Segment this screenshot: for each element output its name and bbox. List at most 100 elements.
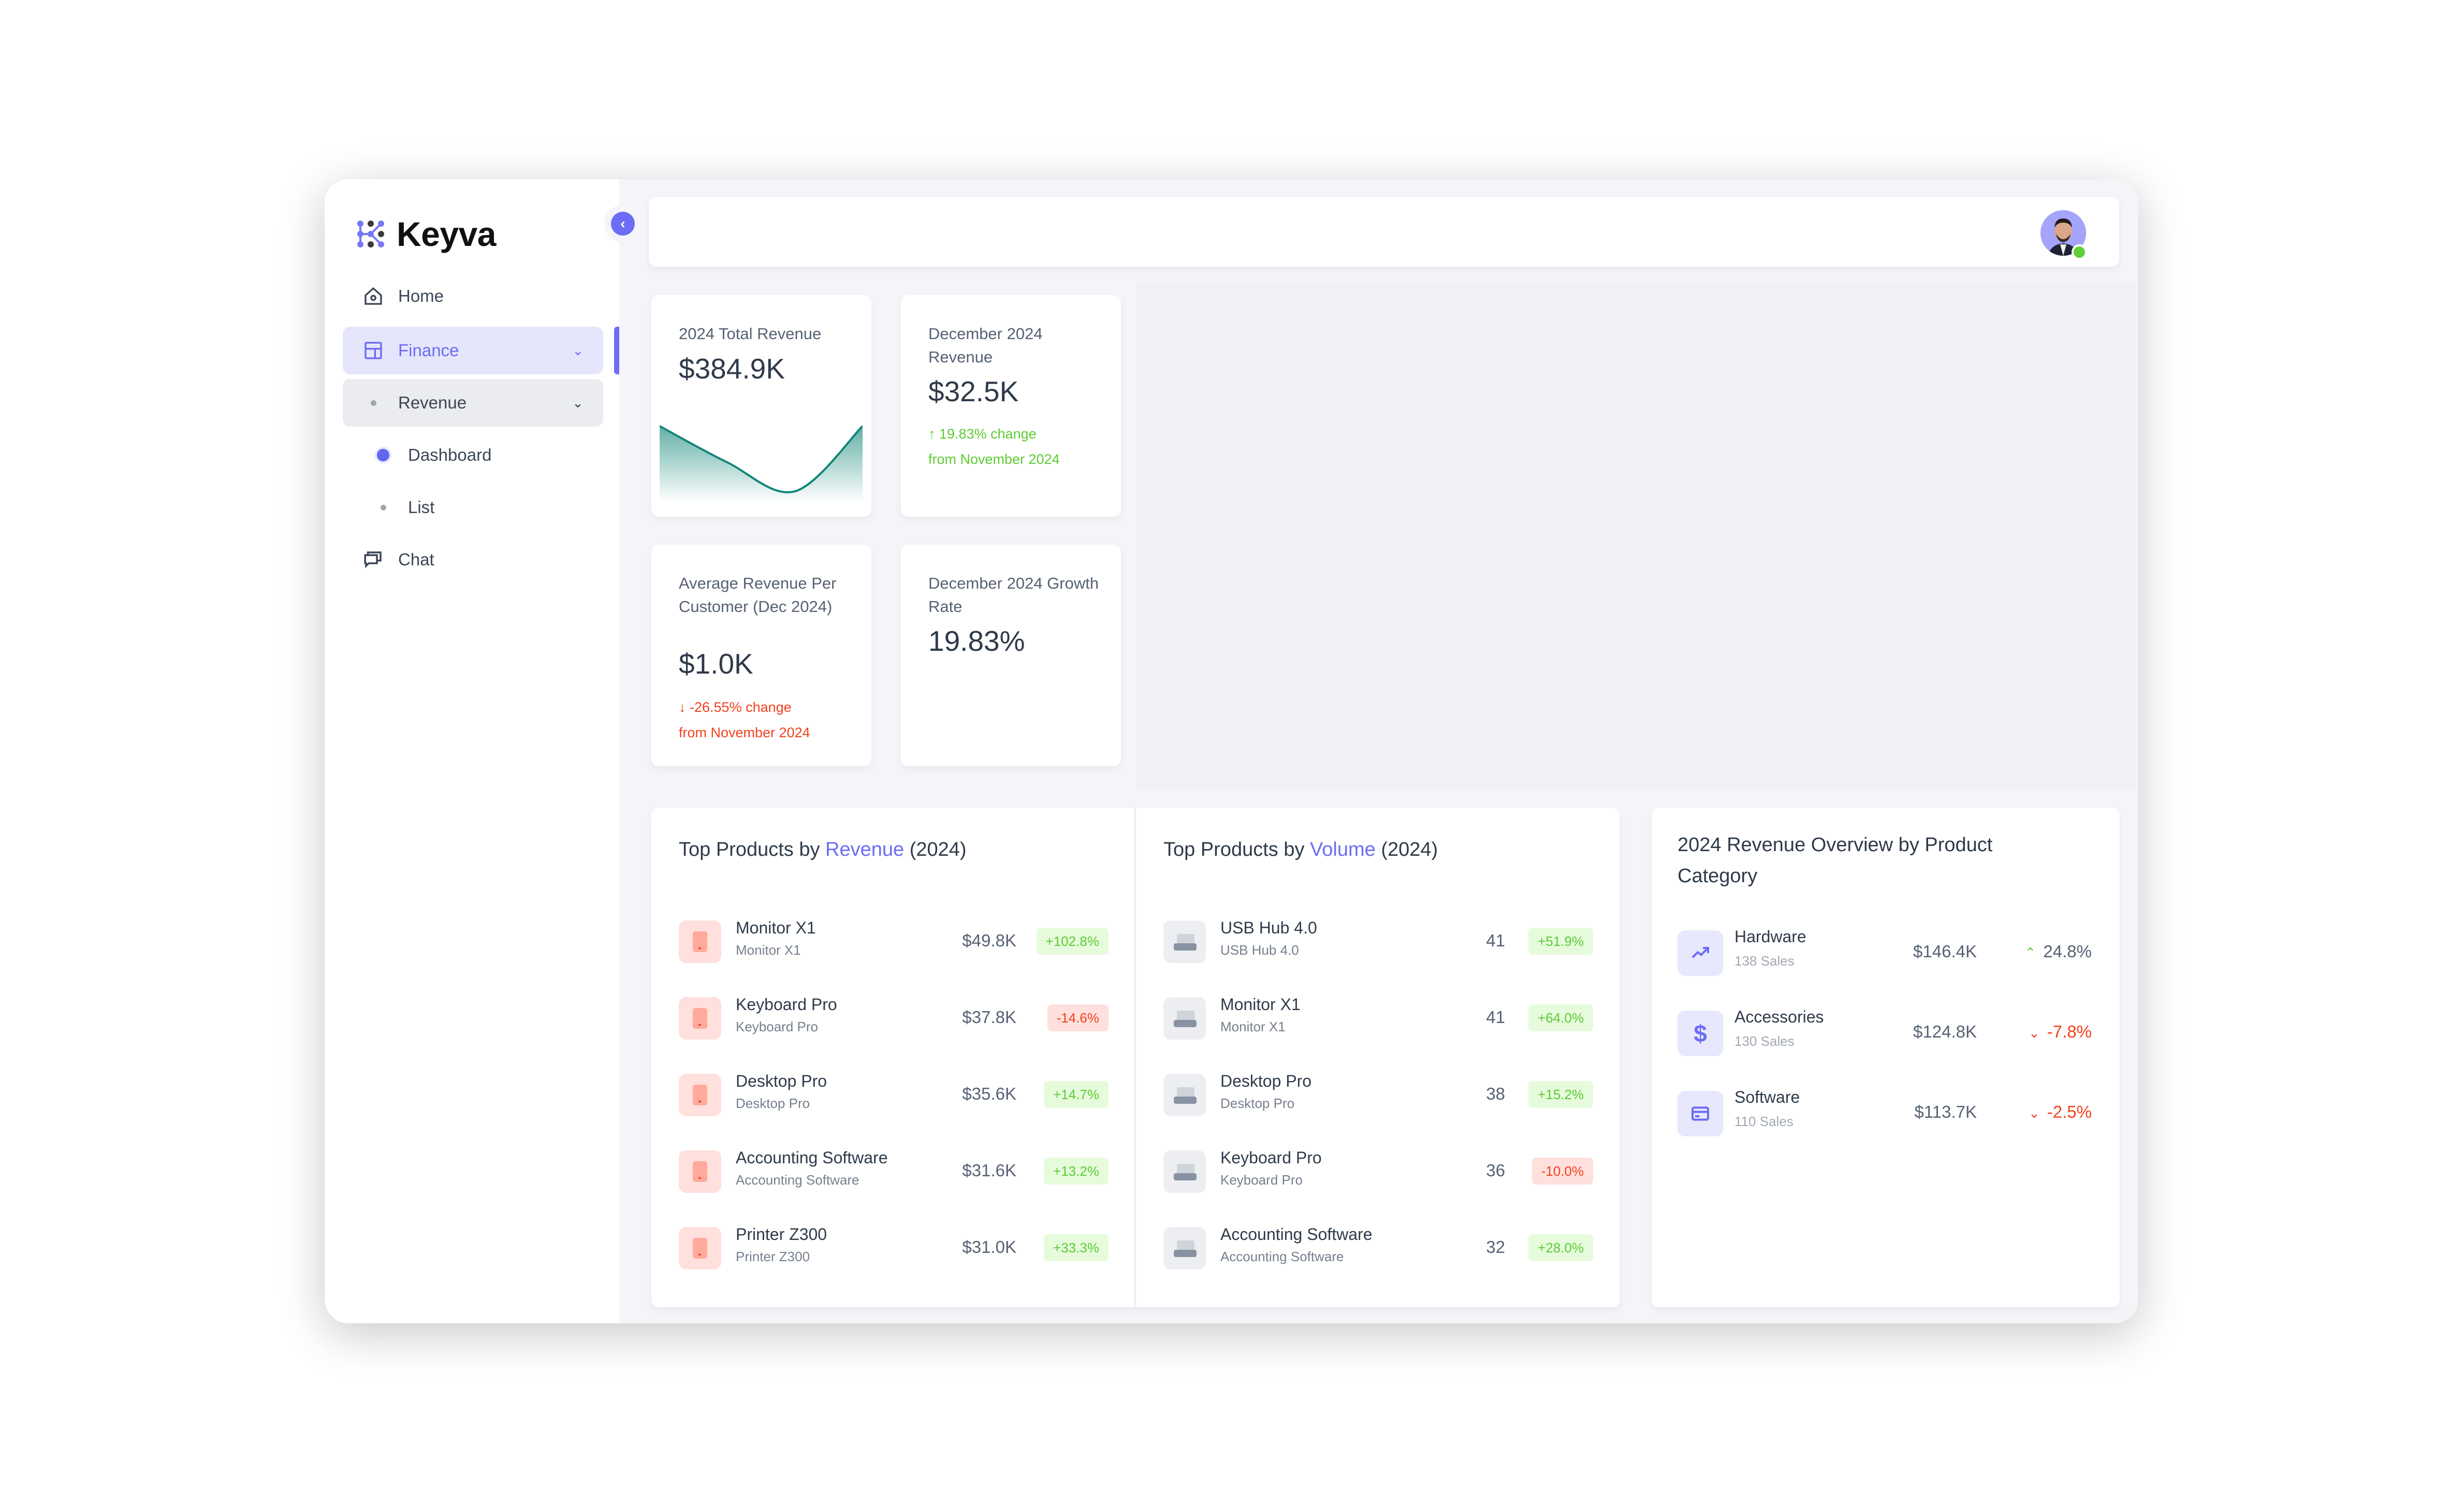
device-icon — [679, 1150, 721, 1193]
top-products-by-revenue: Top Products by Revenue (2024) Monitor X… — [651, 808, 1134, 1307]
product-box-icon — [1163, 1074, 1206, 1116]
change-badge: +13.2% — [1044, 1158, 1109, 1185]
dot-icon — [362, 392, 384, 414]
app-window: Keyva Home Finance ⌄ Revenue ⌄ Dashboard — [325, 179, 2138, 1323]
dollar-icon: $ — [1678, 1011, 1723, 1056]
category-name: Accessories — [1734, 1007, 1824, 1026]
product-row[interactable]: Monitor X1 Monitor X1 41 +64.0% — [1163, 995, 1593, 1040]
product-box-icon — [1163, 1150, 1206, 1193]
chevron-down-icon: ⌄ — [572, 342, 584, 358]
sidebar-item-label: Chat — [398, 550, 434, 569]
sidebar: Keyva Home Finance ⌄ Revenue ⌄ Dashboard — [325, 179, 619, 1323]
product-box-icon — [1174, 1011, 1197, 1027]
product-row[interactable]: Accounting Software Accounting Software 32… — [1163, 1225, 1593, 1269]
product-row[interactable]: Desktop Pro Desktop Pro $35.6K +14.7% — [679, 1072, 1109, 1116]
category-sales: 130 Sales — [1734, 1033, 1795, 1049]
sidebar-item-revenue[interactable]: Revenue ⌄ — [343, 379, 603, 427]
sidebar-item-label: Finance — [398, 341, 459, 360]
product-row[interactable]: USB Hub 4.0 USB Hub 4.0 41 +51.9% — [1163, 918, 1593, 963]
sidebar-item-label: Home — [398, 286, 444, 305]
category-change: ⌄ -2.5% — [2029, 1102, 2092, 1122]
sidebar-item-chat[interactable]: Chat — [343, 536, 603, 583]
device-icon — [679, 1227, 721, 1269]
chevron-up-icon: ⌃ — [2024, 945, 2036, 960]
change-badge: +14.7% — [1044, 1081, 1109, 1108]
layout-icon — [362, 340, 384, 361]
title-prefix: Top Products by — [1163, 839, 1305, 860]
change-badge: +64.0% — [1528, 1004, 1593, 1031]
chevron-down-icon: ⌄ — [2028, 1105, 2040, 1121]
sparkline-area — [660, 426, 863, 500]
title-highlight: Volume — [1310, 839, 1376, 860]
kpi-value: $32.5K — [928, 375, 1019, 407]
sidebar-item-home[interactable]: Home — [343, 272, 603, 320]
category-row[interactable]: Hardware 138 Sales $146.4K ⌃ 24.8% — [1678, 927, 2092, 976]
chat-icon — [362, 549, 384, 571]
category-sales: 138 Sales — [1734, 953, 1795, 969]
product-row[interactable]: Accounting Software Accounting Software $3… — [679, 1148, 1109, 1193]
revenue-sparkline — [660, 425, 863, 500]
product-value: 41 — [1486, 931, 1505, 950]
product-row[interactable]: Desktop Pro Desktop Pro 38 +15.2% — [1163, 1072, 1593, 1116]
product-value: $31.0K — [962, 1237, 1016, 1257]
kpi-change-value: 19.83% change — [939, 426, 1037, 442]
kpi-title: December 2024 Growth Rate — [928, 574, 1099, 616]
product-subtitle: Accounting Software — [1220, 1249, 1344, 1264]
product-subtitle: Desktop Pro — [736, 1096, 810, 1111]
category-change-value: -7.8% — [2047, 1022, 2092, 1041]
category-name: Hardware — [1734, 927, 1806, 946]
product-name: Monitor X1 — [736, 918, 816, 937]
category-change-value: 24.8% — [2043, 942, 2092, 961]
product-row[interactable]: Keyboard Pro Keyboard Pro $37.8K -14.6% — [679, 995, 1109, 1040]
category-row[interactable]: Software 110 Sales $113.7K ⌄ -2.5% — [1678, 1088, 2092, 1136]
active-dot-icon — [372, 444, 394, 466]
arrow-up-icon: ↑ — [928, 426, 936, 442]
kpi-change-suffix: from November 2024 — [928, 451, 1060, 467]
category-change: ⌄ -7.8% — [2029, 1022, 2092, 1042]
product-box-icon — [1163, 997, 1206, 1040]
product-name: Printer Z300 — [736, 1225, 827, 1244]
product-row[interactable]: Printer Z300 Printer Z300 $31.0K +33.3% — [679, 1225, 1109, 1269]
product-subtitle: Keyboard Pro — [736, 1019, 818, 1034]
kpi-card-growth-rate: December 2024 Growth Rate 19.83% — [901, 545, 1121, 766]
section-title: Top Products by Revenue (2024) — [679, 839, 967, 861]
product-box-icon — [1174, 1240, 1197, 1257]
section-title: 2024 Revenue Overview by Product Categor… — [1678, 834, 1993, 887]
sidebar-item-dashboard[interactable]: Dashboard — [343, 431, 603, 479]
kpi-value: $384.9K — [679, 353, 785, 385]
sidebar-collapse-button[interactable]: ‹ — [604, 205, 641, 242]
kpi-card-avg-revenue-per-customer: Average Revenue Per Customer (Dec 2024) … — [651, 545, 871, 766]
category-revenue: $146.4K — [1913, 942, 1977, 961]
kpi-card-total-revenue: 2024 Total Revenue $384.9K — [651, 295, 871, 517]
category-row[interactable]: $ Accessories 130 Sales $124.8K ⌄ -7.8% — [1678, 1007, 2092, 1056]
product-value: $37.8K — [962, 1007, 1016, 1027]
sidebar-item-label: List — [408, 498, 435, 517]
brand-logo[interactable]: Keyva — [356, 214, 497, 254]
top-header — [649, 197, 2119, 267]
kpi-title: Average Revenue Per Customer (Dec 2024) — [679, 574, 837, 616]
device-icon — [679, 1074, 721, 1116]
category-revenue: $124.8K — [1913, 1022, 1977, 1041]
product-subtitle: Desktop Pro — [1220, 1096, 1295, 1111]
product-name: Accounting Software — [736, 1148, 888, 1167]
section-title: Top Products by Volume (2024) — [1163, 839, 1438, 861]
product-value: 36 — [1486, 1161, 1505, 1180]
product-name: Desktop Pro — [1220, 1072, 1312, 1090]
product-value: 41 — [1486, 1007, 1505, 1027]
sidebar-item-finance[interactable]: Finance ⌄ — [343, 327, 603, 374]
chevron-down-icon: ⌄ — [2028, 1025, 2040, 1041]
product-row[interactable]: Keyboard Pro Keyboard Pro 36 -10.0% — [1163, 1148, 1593, 1193]
revenue-by-category-card: 2024 Revenue Overview by Product Categor… — [1652, 808, 2120, 1307]
product-row[interactable]: Monitor X1 Monitor X1 $49.8K +102.8% — [679, 918, 1109, 963]
sidebar-item-list[interactable]: List — [343, 484, 603, 531]
product-subtitle: USB Hub 4.0 — [1220, 942, 1299, 958]
product-subtitle: Keyboard Pro — [1220, 1172, 1303, 1188]
product-name: Desktop Pro — [736, 1072, 827, 1090]
change-badge: +102.8% — [1036, 928, 1109, 955]
kpi-change-suffix: from November 2024 — [679, 725, 810, 740]
product-box-icon — [1174, 1087, 1197, 1104]
category-change-value: -2.5% — [2047, 1102, 2092, 1121]
category-change: ⌃ 24.8% — [2025, 942, 2092, 961]
kpi-change: ↑ 19.83% change from November 2024 — [928, 421, 1104, 472]
top-products-card: Top Products by Revenue (2024) Monitor X… — [651, 808, 1620, 1307]
